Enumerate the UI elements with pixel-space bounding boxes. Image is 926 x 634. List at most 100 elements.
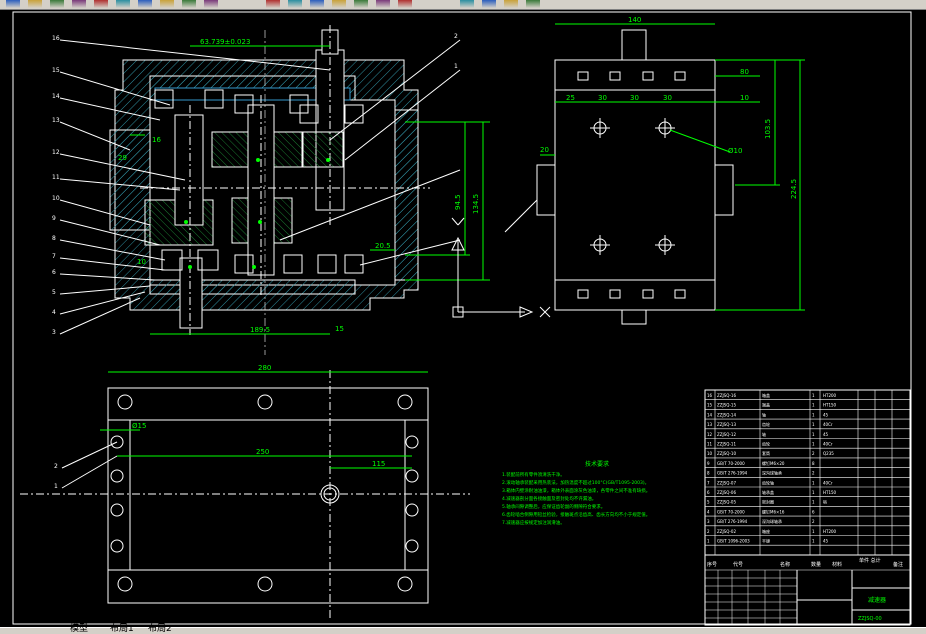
- paste-icon[interactable]: [138, 0, 152, 8]
- dim-25: 25: [566, 94, 575, 102]
- dim-16: 16: [152, 136, 161, 144]
- parts-cell: 1: [812, 393, 815, 398]
- parts-cell: 2: [707, 529, 710, 534]
- dim-140: 140: [628, 16, 641, 24]
- parts-cell: 40Cr: [823, 422, 833, 427]
- drawing-number: ZZJSQ-00: [858, 616, 882, 622]
- parts-cell: GB/T 276-1994: [717, 471, 748, 476]
- dim-30-a: 30: [598, 94, 607, 102]
- zoom-realtime-icon[interactable]: [288, 0, 302, 8]
- plan-view: 280 250 Ø15 115 2 1: [20, 364, 470, 620]
- dim-103-5: 103.5: [764, 119, 772, 139]
- zoom-window-icon[interactable]: [310, 0, 324, 8]
- parts-cell: HT150: [823, 490, 837, 495]
- title-block: 序号 代号 名称 数量 材料 单件 总计 备注 减速器 ZZJSQ-00: [704, 554, 911, 626]
- parts-cell: ZZJSQ-06: [717, 490, 736, 495]
- save-icon[interactable]: [50, 0, 64, 8]
- dim-dia-15: Ø15: [132, 422, 146, 430]
- parts-cell: 轴: [762, 411, 766, 417]
- parts-cell: 2: [812, 519, 815, 524]
- ucs-icon: [451, 217, 551, 318]
- parts-cell: GB/T 1096-2003: [717, 539, 750, 544]
- calculator-icon[interactable]: [460, 0, 474, 8]
- leader-16: 16: [52, 35, 60, 42]
- parts-cell: 齿轮轴: [762, 479, 774, 485]
- parts-cell: ZZJSQ-05: [717, 500, 736, 505]
- plan-leader-2: 2: [54, 463, 58, 470]
- leader-1: 1: [454, 63, 458, 70]
- design-center-icon[interactable]: [376, 0, 390, 8]
- parts-cell: 螺钉M6×20: [762, 460, 785, 466]
- parts-cell: 套筒: [762, 450, 770, 456]
- th-weight: 单件 总计: [859, 557, 881, 564]
- parts-cell: 10: [707, 451, 713, 456]
- standard-toolbar: [0, 0, 926, 10]
- parts-cell: 轴承盖: [762, 489, 774, 495]
- parts-cell: 40Cr: [823, 480, 833, 485]
- new-icon[interactable]: [6, 0, 20, 8]
- parts-list: 16 ZZJSQ-16 箱盖 1 HT20015 ZZJSQ-15 端盖 1 HT15014 ZZ…: [704, 389, 911, 556]
- parts-cell: 6: [707, 490, 710, 495]
- parts-cell: ZZJSQ-10: [717, 451, 736, 456]
- parts-cell: 8: [812, 461, 815, 466]
- dim-15: 15: [335, 325, 344, 333]
- dim-10-side: 10: [740, 94, 749, 102]
- leader-15: 15: [52, 67, 60, 74]
- th-remark: 备注: [893, 561, 903, 568]
- leader-14: 14: [52, 93, 60, 100]
- tool-palette-icon[interactable]: [398, 0, 412, 8]
- leader-7: 7: [52, 253, 56, 260]
- parts-cell: 1: [812, 539, 815, 544]
- technical-requirements: 技术要求 1.装配前所有零件须清洗干净。 2.滚动轴承装配采用热装法，加热温度不…: [502, 460, 650, 526]
- dim-280: 280: [258, 364, 271, 372]
- parts-cell: HT150: [823, 403, 837, 408]
- th-seq: 序号: [707, 561, 717, 568]
- dim-224-5: 224.5: [790, 179, 798, 199]
- parts-cell: ZZJSQ-14: [717, 412, 736, 417]
- zoom-previous-icon[interactable]: [332, 0, 346, 8]
- parts-cell: 轴: [762, 431, 766, 437]
- copy-icon[interactable]: [116, 0, 130, 8]
- dim-dia-10: Ø10: [728, 147, 742, 155]
- parts-cell: 2: [812, 451, 815, 456]
- parts-cell: HT200: [823, 529, 837, 534]
- parts-cell: 16: [707, 393, 713, 398]
- dim-30-b: 30: [630, 94, 639, 102]
- parts-cell: ZZJSQ-15: [717, 403, 736, 408]
- layer-icon[interactable]: [504, 0, 518, 8]
- parts-cell: 40Cr: [823, 442, 833, 447]
- dim-30-c: 30: [663, 94, 672, 102]
- parts-cell: 1: [812, 529, 815, 534]
- cut-icon[interactable]: [94, 0, 108, 8]
- layer-state-icon[interactable]: [526, 0, 540, 8]
- parts-cell: HT200: [823, 393, 837, 398]
- open-icon[interactable]: [28, 0, 42, 8]
- note-line: 2.滚动轴承装配采用热装法，加热温度不超过100°C(GB/T1095-2003…: [502, 479, 649, 486]
- match-prop-icon[interactable]: [160, 0, 174, 8]
- dim-20-side: 20: [540, 146, 549, 154]
- parts-cell: 45: [823, 412, 829, 417]
- dim-10: 10: [137, 258, 146, 266]
- dim-20-5: 20.5: [375, 242, 391, 250]
- parts-cell: 箱座: [762, 528, 770, 534]
- properties-icon[interactable]: [354, 0, 368, 8]
- th-qty: 数量: [811, 561, 821, 568]
- parts-cell: 密封圈: [762, 499, 774, 505]
- redo-icon[interactable]: [204, 0, 218, 8]
- parts-cell: Q235: [823, 451, 834, 456]
- parts-cell: 1: [707, 539, 710, 544]
- help-icon[interactable]: [482, 0, 496, 8]
- pan-icon[interactable]: [266, 0, 280, 8]
- parts-cell: GB/T 276-1994: [717, 519, 748, 524]
- parts-cell: 箱盖: [762, 392, 770, 398]
- note-line: 5.轴承间隙调整后，应保证齿轮副的侧隙符合要求。: [502, 503, 605, 510]
- model-space-canvas[interactable]: 63.739±0.023 94.5 134.5 20.5 16 29 10 15…: [0, 10, 926, 627]
- parts-cell: 端盖: [762, 402, 770, 408]
- leader-13: 13: [52, 117, 60, 124]
- parts-cell: 9: [707, 461, 710, 466]
- parts-cell: ZZJSQ-12: [717, 432, 736, 437]
- print-icon[interactable]: [72, 0, 86, 8]
- parts-cell: ZZJSQ-13: [717, 422, 736, 427]
- dim-29: 29: [118, 154, 127, 162]
- undo-icon[interactable]: [182, 0, 196, 8]
